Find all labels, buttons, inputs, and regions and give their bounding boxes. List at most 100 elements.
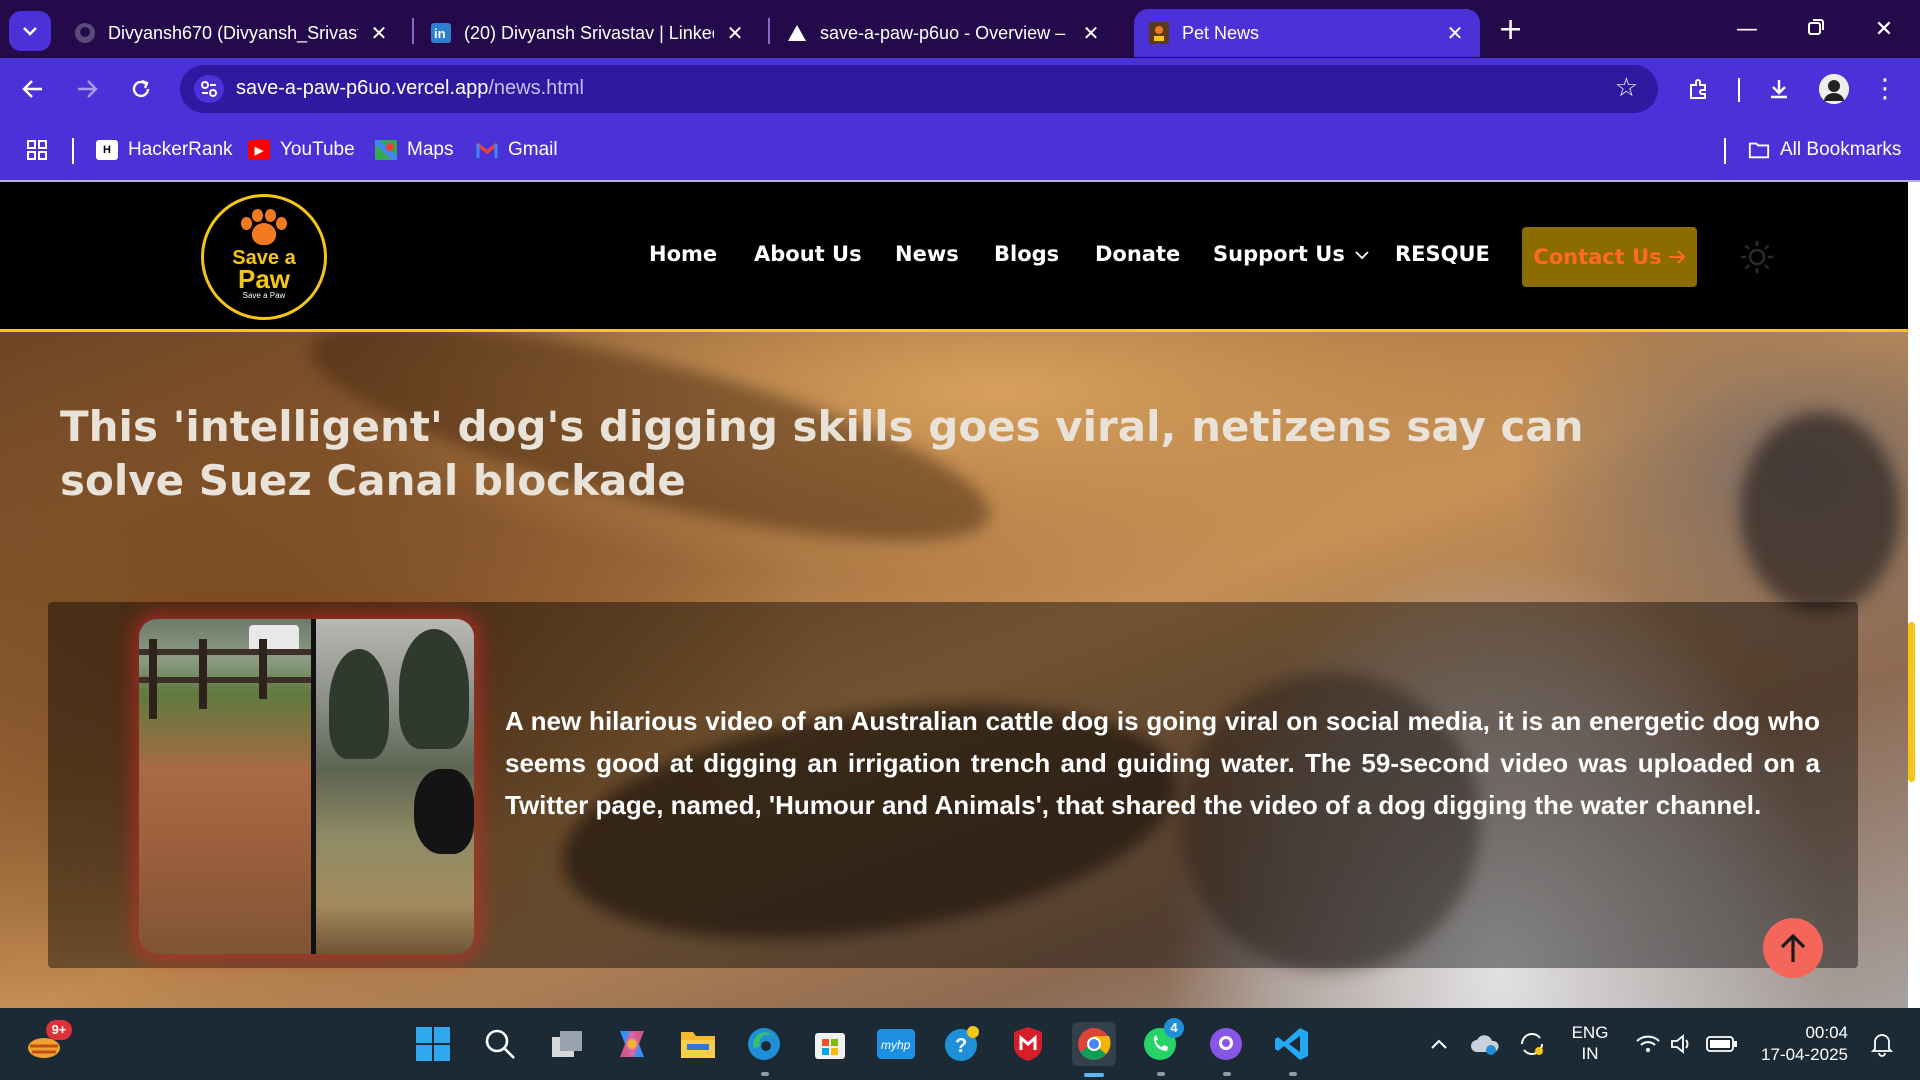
nav-donate[interactable]: Donate <box>1095 242 1180 266</box>
get-help-icon[interactable]: ? <box>940 1022 984 1066</box>
widgets-badge: 9+ <box>46 1020 72 1040</box>
running-indicator <box>1223 1072 1231 1076</box>
sync-icon[interactable] <box>1510 1022 1554 1066</box>
logo-text-line2: Paw <box>237 264 291 294</box>
tab-title: save-a-paw-p6uo - Overview – <box>820 22 1066 43</box>
show-hidden-icons-chevron-icon[interactable] <box>1417 1022 1461 1066</box>
windows-logo-icon <box>416 1027 450 1061</box>
nav-news[interactable]: News <box>895 242 959 266</box>
back-button[interactable] <box>16 72 50 106</box>
running-indicator <box>761 1072 769 1076</box>
tab-github[interactable]: Divyansh670 (Divyansh_Srivasta ✕ <box>60 9 404 57</box>
vscode-icon[interactable] <box>1270 1022 1314 1066</box>
chrome-menu-icon[interactable]: ⋮ <box>1866 70 1904 108</box>
profile-avatar[interactable] <box>1819 74 1849 104</box>
onedrive-icon[interactable] <box>1463 1022 1507 1066</box>
tab-vercel[interactable]: save-a-paw-p6uo - Overview – ✕ <box>772 9 1116 57</box>
tab-strip: Divyansh670 (Divyansh_Srivasta ✕ in (20)… <box>0 0 1920 58</box>
bookmark-youtube[interactable]: ▶ YouTube <box>248 136 355 164</box>
close-window-button[interactable]: ✕ <box>1862 10 1906 50</box>
new-tab-button[interactable]: + <box>1498 14 1523 46</box>
nav-support-us[interactable]: Support Us <box>1213 242 1369 266</box>
battery-icon[interactable] <box>1700 1022 1744 1066</box>
theme-toggle-sun-icon[interactable] <box>1740 240 1774 274</box>
all-bookmarks[interactable]: All Bookmarks <box>1748 136 1901 164</box>
chevron-down-icon <box>1355 251 1369 260</box>
thumbnail-fence <box>139 677 311 683</box>
bookmark-hackerrank[interactable]: H HackerRank <box>96 136 233 164</box>
language-line1: ENG <box>1571 1023 1609 1042</box>
myhp-icon[interactable]: myhp <box>874 1022 918 1066</box>
restore-button[interactable] <box>1794 10 1838 50</box>
copilot-icon[interactable] <box>610 1022 654 1066</box>
page-scrollbar[interactable] <box>1908 182 1920 1008</box>
github-desktop-icon[interactable] <box>1204 1022 1248 1066</box>
restore-icon <box>1808 19 1824 35</box>
bookmark-star-icon[interactable]: ☆ <box>1615 73 1638 103</box>
site-info-button[interactable] <box>194 75 224 103</box>
nav-support-us-label: Support Us <box>1213 242 1345 266</box>
bookmark-gmail[interactable]: Gmail <box>476 136 558 164</box>
bookmark-label: HackerRank <box>128 139 233 160</box>
contact-us-button[interactable]: Contact Us <box>1522 227 1697 287</box>
chrome-icon[interactable] <box>1072 1022 1116 1066</box>
scrollbar-thumb[interactable] <box>1908 622 1915 782</box>
nav-home[interactable]: Home <box>649 242 717 266</box>
folder-icon <box>1748 140 1770 160</box>
nav-about-us[interactable]: About Us <box>754 242 862 266</box>
close-tab-icon[interactable]: ✕ <box>1080 21 1102 46</box>
thumbnail-fence-post <box>199 639 207 709</box>
maps-icon <box>375 140 397 160</box>
hackerrank-icon: H <box>96 140 118 160</box>
language-indicator[interactable]: ENG IN <box>1566 1022 1614 1064</box>
start-button[interactable] <box>411 1022 455 1066</box>
minimize-button[interactable]: — <box>1725 10 1769 50</box>
language-line2: IN <box>1581 1044 1599 1063</box>
page-viewport: Save a Paw Save a Paw Home About Us News… <box>0 182 1920 1008</box>
apps-grid-icon[interactable] <box>26 136 48 164</box>
bookmark-maps[interactable]: Maps <box>375 136 453 164</box>
svg-text:myhp: myhp <box>881 1038 911 1052</box>
file-explorer-icon[interactable] <box>676 1022 720 1066</box>
reload-button[interactable] <box>124 72 158 106</box>
nav-blogs[interactable]: Blogs <box>994 242 1059 266</box>
scroll-to-top-button[interactable] <box>1763 918 1823 978</box>
tab-title: Pet News <box>1182 22 1260 43</box>
search-icon[interactable] <box>478 1022 522 1066</box>
downloads-icon[interactable] <box>1760 70 1798 108</box>
all-bookmarks-label: All Bookmarks <box>1780 139 1902 160</box>
close-tab-icon[interactable]: ✕ <box>724 21 746 46</box>
tab-linkedin[interactable]: in (20) Divyansh Srivastav | Linked ✕ <box>416 9 760 57</box>
bookmarks-bar: H HackerRank ▶ YouTube Maps Gmail All Bo… <box>0 120 1920 182</box>
close-tab-icon[interactable]: ✕ <box>1444 21 1466 46</box>
tune-icon <box>201 81 217 97</box>
tab-search-button[interactable] <box>9 11 51 51</box>
tab-title: Divyansh670 (Divyansh_Srivasta <box>108 22 358 43</box>
windows-taskbar: 9+ myhp ? 4 ENG IN 00:04 17-04-2025 <box>0 1008 1920 1080</box>
chevron-down-icon <box>23 27 37 36</box>
bookmark-divider <box>1724 138 1726 164</box>
news-thumbnail-image[interactable] <box>139 619 474 954</box>
mcafee-icon[interactable] <box>1006 1022 1050 1066</box>
youtube-icon: ▶ <box>248 140 270 160</box>
notifications-bell-icon[interactable] <box>1860 1022 1904 1066</box>
address-bar[interactable]: save-a-paw-p6uo.vercel.app/news.html ☆ <box>180 65 1658 113</box>
volume-icon[interactable] <box>1660 1022 1704 1066</box>
nav-resque[interactable]: RESQUE <box>1395 242 1490 266</box>
forward-button[interactable] <box>70 72 104 106</box>
task-view-icon[interactable] <box>545 1022 589 1066</box>
clock[interactable]: 00:04 17-04-2025 <box>1752 1022 1848 1066</box>
site-logo[interactable]: Save a Paw Save a Paw <box>201 194 327 320</box>
article-body: A new hilarious video of an Australian c… <box>505 706 1820 820</box>
edge-icon[interactable] <box>742 1022 786 1066</box>
thumbnail-fence-post <box>259 639 267 699</box>
site-icon <box>1148 22 1170 44</box>
microsoft-store-icon[interactable] <box>808 1022 852 1066</box>
running-indicator <box>1289 1072 1297 1076</box>
github-icon <box>74 22 96 44</box>
tab-pet-news[interactable]: Pet News ✕ <box>1134 9 1480 57</box>
close-tab-icon[interactable]: ✕ <box>368 21 390 46</box>
toolbar-divider <box>1738 78 1740 102</box>
tab-title: (20) Divyansh Srivastav | Linked <box>464 22 714 43</box>
extensions-icon[interactable] <box>1680 70 1718 108</box>
